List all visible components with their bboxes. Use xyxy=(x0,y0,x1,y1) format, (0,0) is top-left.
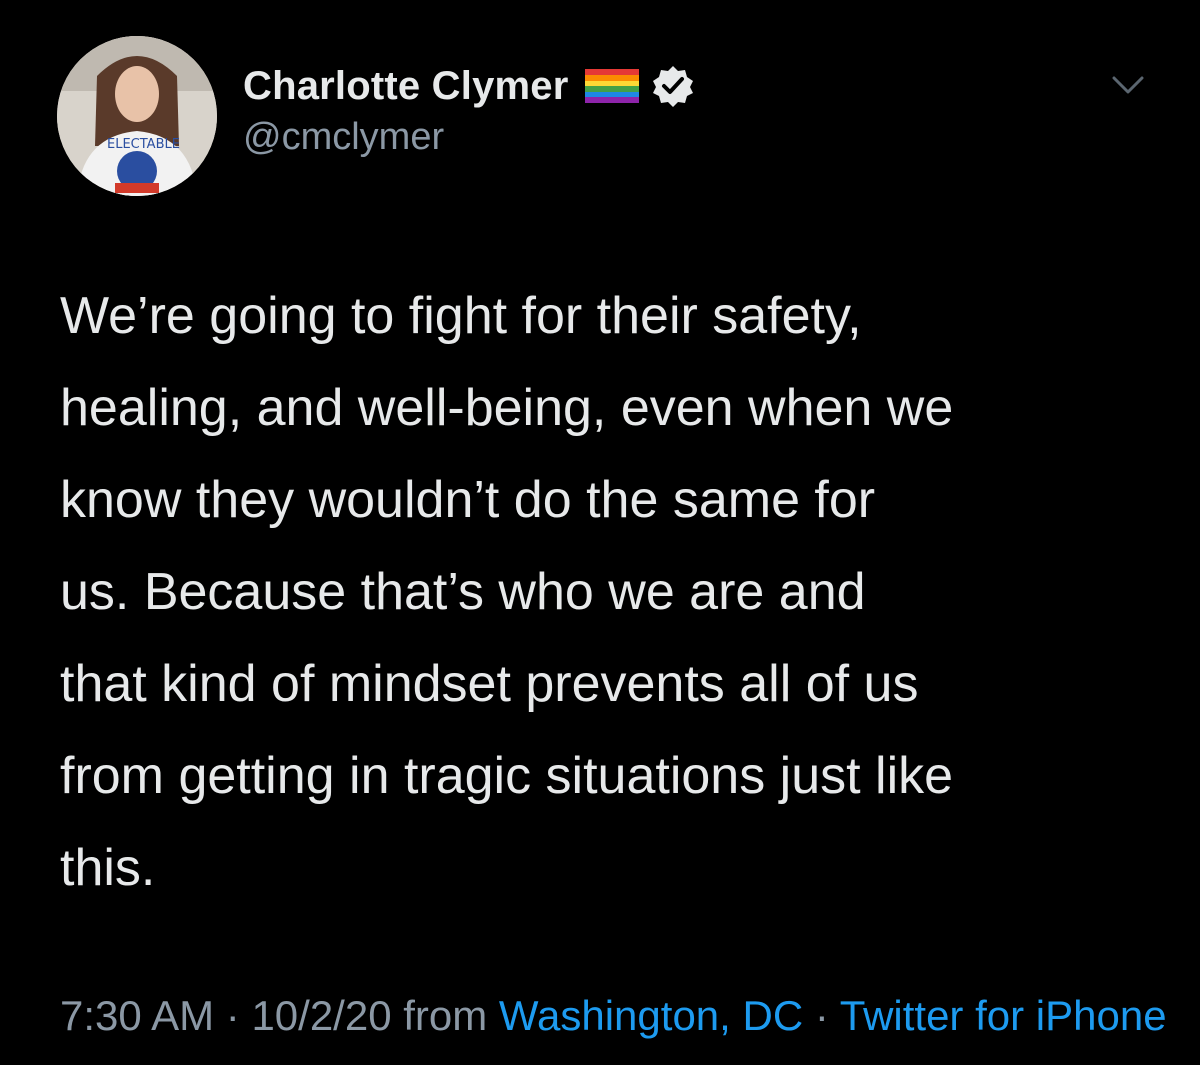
tweet-time[interactable]: 7:30 AM xyxy=(60,992,214,1039)
tweet-card: ELECTABLE Charlotte Clymer @cmclymer We’… xyxy=(0,0,1200,1065)
meta-from: from xyxy=(391,992,499,1039)
name-row: Charlotte Clymer xyxy=(243,58,695,114)
tweet-date[interactable]: 10/2/20 xyxy=(251,992,391,1039)
tweet-text: We’re going to fight for their safety, h… xyxy=(60,287,954,897)
verified-badge-icon xyxy=(651,64,695,108)
avatar-shirt-text: ELECTABLE xyxy=(107,137,180,152)
display-name[interactable]: Charlotte Clymer xyxy=(243,64,569,109)
rainbow-flag-icon xyxy=(584,69,639,103)
avatar[interactable]: ELECTABLE xyxy=(57,36,217,196)
chevron-down-icon[interactable] xyxy=(1108,70,1148,100)
location-link[interactable]: Washington, DC xyxy=(499,992,803,1039)
tweet-meta: 7:30 AM · 10/2/20 from Washington, DC · … xyxy=(60,985,1180,1047)
avatar-image: ELECTABLE xyxy=(57,36,217,196)
meta-separator: · xyxy=(803,992,840,1039)
meta-separator: · xyxy=(214,992,252,1039)
source-link[interactable]: Twitter for iPhone xyxy=(840,992,1167,1039)
user-handle[interactable]: @cmclymer xyxy=(243,116,695,159)
tweet-header: Charlotte Clymer @cmclymer xyxy=(243,58,695,159)
